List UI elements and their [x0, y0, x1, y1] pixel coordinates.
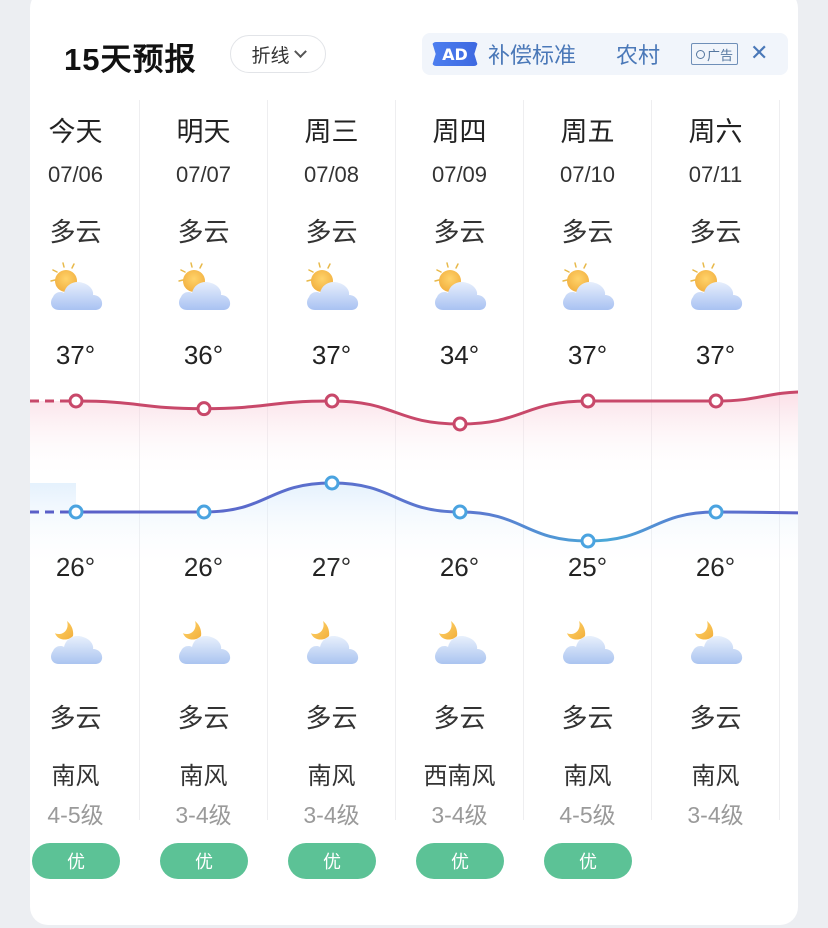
- day-label: 周五: [560, 117, 615, 148]
- date-label: 07/11: [688, 162, 743, 187]
- wind-level: 3-4级: [431, 802, 488, 828]
- date-label: 07/10: [559, 162, 616, 187]
- high-temp: 36°: [183, 340, 224, 370]
- partly-cloudy-night-icon: [687, 616, 745, 670]
- forecast-card: 15天预报 折线 AD 补偿标准 农村 广告 ✕ 今天 07/06 多云 37°…: [30, 0, 798, 925]
- high-temp: 37°: [55, 340, 96, 370]
- chevron-down-icon: [293, 44, 307, 58]
- day-condition: 多云: [49, 218, 102, 248]
- day-condition: 多云: [177, 218, 230, 248]
- wind-direction: 南风: [691, 762, 740, 790]
- ad-text-1: 补偿标准: [488, 44, 577, 69]
- wind-direction: 南风: [51, 762, 100, 790]
- low-point: [68, 504, 84, 520]
- date-label: 07/08: [303, 162, 360, 187]
- ad-text-2: 农村: [616, 44, 661, 69]
- partly-cloudy-day-icon: [303, 262, 361, 316]
- partly-cloudy-day-icon: [559, 262, 617, 316]
- wind-direction: 南风: [179, 762, 228, 790]
- page-title: 15天预报: [64, 42, 197, 77]
- night-condition: 多云: [561, 704, 614, 734]
- high-temp: 34°: [439, 340, 480, 370]
- aqi-badge[interactable]: 优: [32, 843, 120, 879]
- wind-level: 3-4级: [175, 802, 232, 828]
- night-condition: 多云: [689, 704, 742, 734]
- partly-cloudy-day-icon: [431, 262, 489, 316]
- high-point: [452, 416, 468, 432]
- partly-cloudy-day-icon: [47, 262, 105, 316]
- night-condition: 多云: [433, 704, 486, 734]
- wind-level: 3-4级: [303, 802, 360, 828]
- day-condition: 多云: [305, 218, 358, 248]
- temperature-chart: [30, 390, 798, 570]
- day-label: 周六: [688, 117, 743, 148]
- ad-badge: AD: [432, 42, 478, 66]
- day-condition: 多云: [561, 218, 614, 248]
- date-label: 07/06: [47, 162, 104, 187]
- day-label: 明天: [176, 117, 231, 148]
- aqi-badge[interactable]: 优: [416, 843, 504, 879]
- partly-cloudy-day-icon: [175, 262, 233, 316]
- low-point: [708, 504, 724, 520]
- high-point: [68, 393, 84, 409]
- ad-target-icon: [696, 49, 705, 59]
- partly-cloudy-night-icon: [303, 616, 361, 670]
- high-point: [196, 401, 212, 417]
- date-label: 07/07: [175, 162, 232, 187]
- wind-level: 4-5级: [559, 802, 616, 828]
- high-point: [324, 393, 340, 409]
- high-temp: 37°: [695, 340, 736, 370]
- partly-cloudy-night-icon: [175, 616, 233, 670]
- night-condition: 多云: [177, 704, 230, 734]
- chart-mode-dropdown[interactable]: 折线: [230, 35, 326, 73]
- night-condition: 多云: [49, 704, 102, 734]
- wind-direction: 南风: [307, 762, 356, 790]
- close-icon[interactable]: ✕: [750, 43, 768, 65]
- chart-mode-label: 折线: [251, 44, 290, 67]
- high-temp: 37°: [311, 340, 352, 370]
- partly-cloudy-night-icon: [47, 616, 105, 670]
- high-point: [708, 393, 724, 409]
- date-label: 07/09: [431, 162, 488, 187]
- ad-tag-label: 广告: [707, 48, 734, 64]
- aqi-badge[interactable]: 优: [544, 843, 632, 879]
- aqi-badge[interactable]: 优: [160, 843, 248, 879]
- low-point: [196, 504, 212, 520]
- wind-direction: 南风: [563, 762, 612, 790]
- wind-level: 3-4级: [687, 802, 744, 828]
- low-point: [324, 475, 340, 491]
- forecast-header: 15天预报 折线 AD 补偿标准 农村 广告 ✕: [30, 0, 798, 90]
- low-point: [580, 533, 596, 549]
- partly-cloudy-night-icon: [431, 616, 489, 670]
- partly-cloudy-night-icon: [559, 616, 617, 670]
- wind-direction: 西南风: [423, 762, 496, 790]
- high-temp: 37°: [567, 340, 608, 370]
- high-point: [580, 393, 596, 409]
- night-condition: 多云: [305, 704, 358, 734]
- aqi-badge[interactable]: 优: [288, 843, 376, 879]
- day-condition: 多云: [689, 218, 742, 248]
- day-condition: 多云: [433, 218, 486, 248]
- partly-cloudy-day-icon: [687, 262, 745, 316]
- ad-banner[interactable]: AD 补偿标准 农村 广告 ✕: [422, 33, 788, 75]
- day-label: 周四: [432, 117, 487, 148]
- day-label: 今天: [48, 117, 103, 148]
- low-area: [30, 483, 798, 570]
- wind-level: 4-5级: [47, 802, 104, 828]
- low-point: [452, 504, 468, 520]
- ad-text[interactable]: 补偿标准 农村: [488, 38, 683, 70]
- day-label: 周三: [304, 117, 359, 148]
- ad-tag: 广告: [691, 43, 739, 65]
